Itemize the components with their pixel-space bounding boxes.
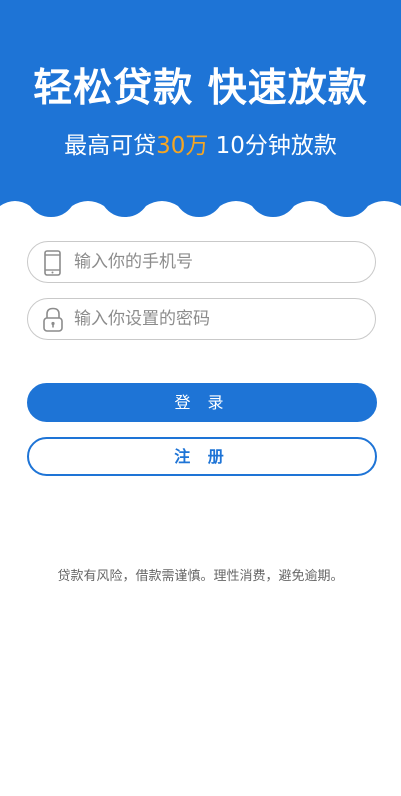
- banner-subline: 最高可贷30万 10分钟放款: [0, 128, 401, 164]
- login-button[interactable]: 登 录: [27, 383, 377, 422]
- loan-amount-highlight: 30万: [156, 133, 209, 159]
- risk-disclaimer: 贷款有风险，借款需谨慎。理性消费，避免逾期。: [57, 569, 344, 584]
- promo-banner: 轻松贷款 快速放款 最高可贷30万 10分钟放款: [0, 0, 401, 220]
- subline-prefix: 最高可贷: [64, 133, 157, 159]
- phone-icon: [42, 250, 64, 276]
- register-button[interactable]: 注 册: [27, 437, 377, 476]
- phone-field[interactable]: [27, 241, 376, 283]
- login-page: 轻松贷款 快速放款 最高可贷30万 10分钟放款 登 录 注 册 贷款有风险，借…: [0, 0, 401, 796]
- password-field[interactable]: [27, 298, 376, 340]
- phone-input[interactable]: [74, 242, 364, 282]
- password-input[interactable]: [74, 299, 364, 339]
- subline-suffix: 10分钟放款: [208, 133, 337, 159]
- lock-icon: [42, 307, 64, 333]
- banner-headline: 轻松贷款 快速放款: [33, 66, 368, 111]
